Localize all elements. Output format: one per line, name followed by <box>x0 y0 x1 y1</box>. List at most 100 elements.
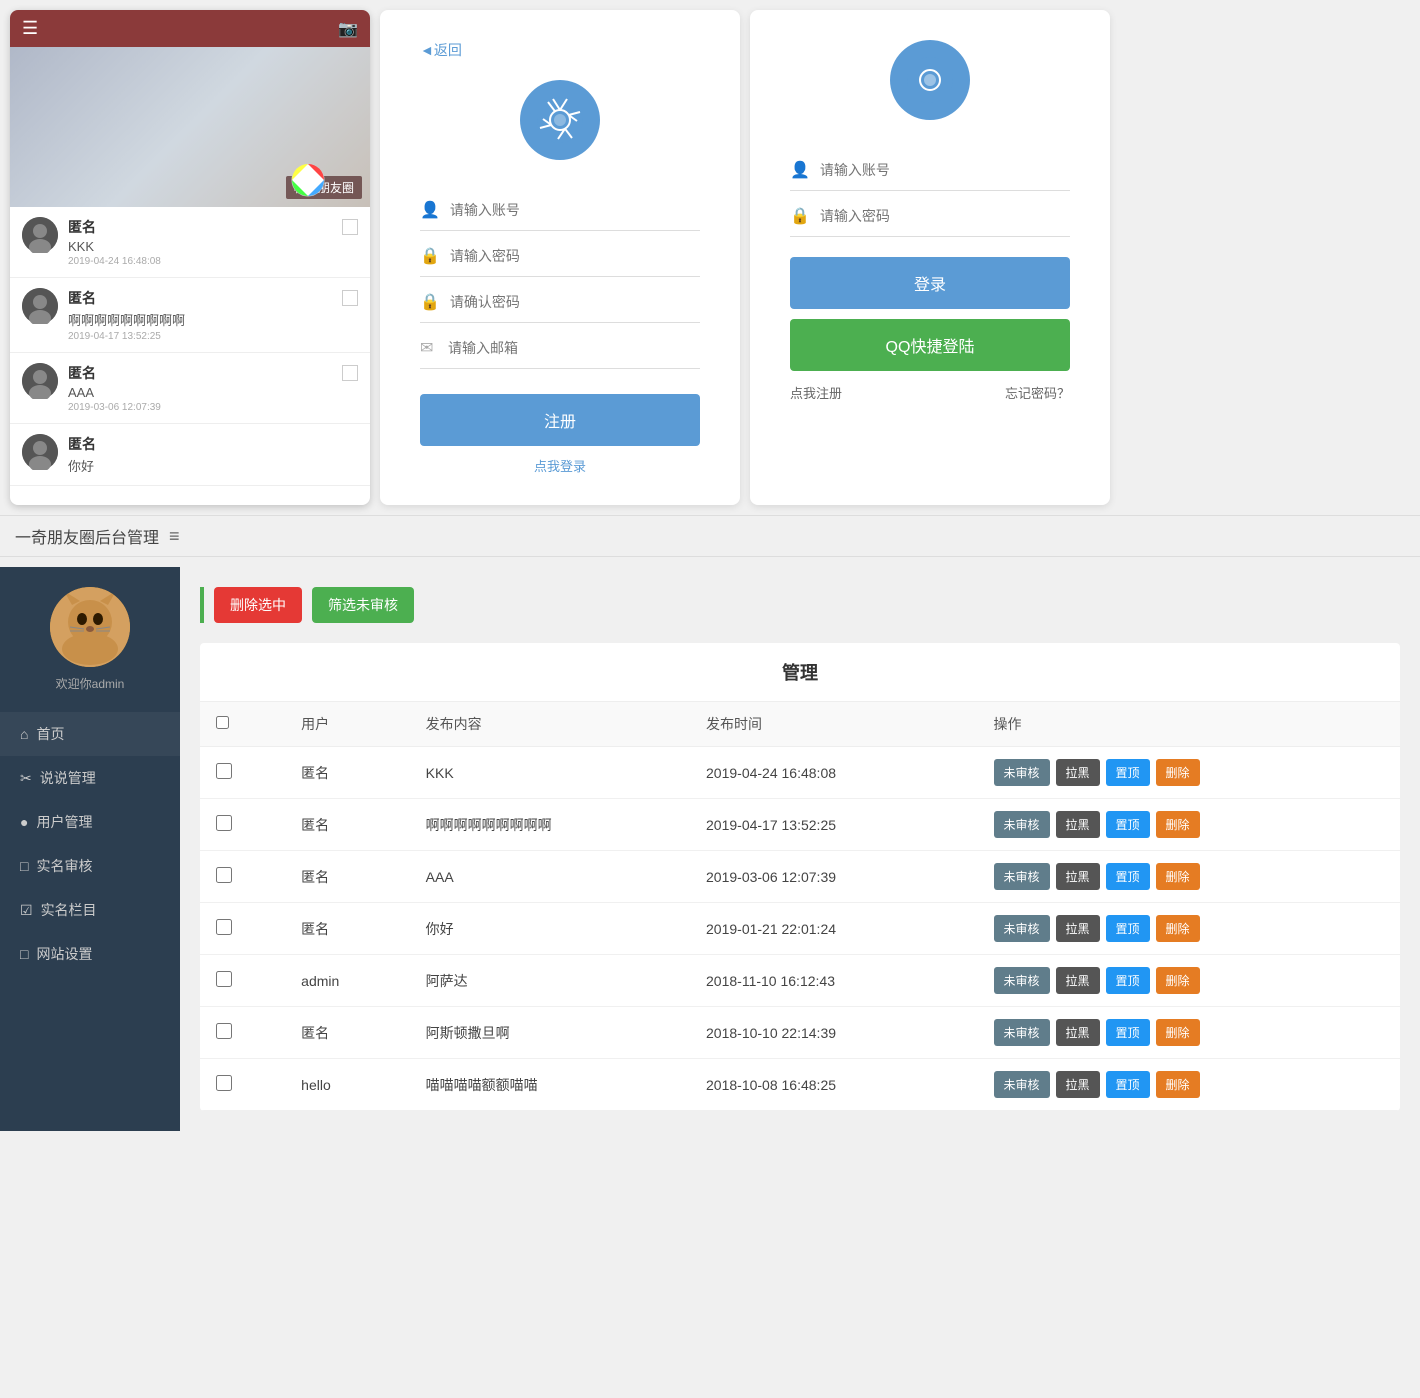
action-buttons: 未审核 拉黑 置顶 删除 <box>994 759 1385 786</box>
sidebar-item-verify[interactable]: □ 实名审核 <box>0 844 180 888</box>
row-time: 2018-11-10 16:12:43 <box>690 955 977 1007</box>
delete-button[interactable]: 删除 <box>1156 811 1200 838</box>
unreviewed-button[interactable]: 未审核 <box>994 759 1050 786</box>
delete-button[interactable]: 删除 <box>1156 967 1200 994</box>
top-button[interactable]: 置顶 <box>1106 863 1150 890</box>
row-checkbox-cell <box>200 747 285 799</box>
post-name-3: 匿名 <box>68 363 332 383</box>
blacklist-button[interactable]: 拉黑 <box>1056 863 1100 890</box>
select-all-checkbox[interactable] <box>216 716 229 729</box>
login-lock-icon: 🔒 <box>790 206 810 226</box>
table-body: 匿名 KKK 2019-04-24 16:48:08 未审核 拉黑 置顶 删除 … <box>200 747 1400 1111</box>
sidebar-item-settings[interactable]: □ 网站设置 <box>0 932 180 976</box>
sidebar-item-home[interactable]: ⌂ 首页 <box>0 712 180 756</box>
delete-button[interactable]: 删除 <box>1156 1071 1200 1098</box>
row-checkbox[interactable] <box>216 1075 232 1091</box>
top-button[interactable]: 置顶 <box>1106 759 1150 786</box>
login-aperture-icon <box>905 55 955 105</box>
row-checkbox[interactable] <box>216 1023 232 1039</box>
sidebar-item-settings-label: 网站设置 <box>36 944 92 964</box>
row-checkbox[interactable] <box>216 763 232 779</box>
forget-password-link[interactable]: 忘记密码？ <box>1005 383 1070 402</box>
unreviewed-button[interactable]: 未审核 <box>994 915 1050 942</box>
top-button[interactable]: 置顶 <box>1106 1019 1150 1046</box>
post-checkbox-1[interactable] <box>342 219 358 235</box>
lock-confirm-icon: 🔒 <box>420 292 440 312</box>
blacklist-button[interactable]: 拉黑 <box>1056 915 1100 942</box>
blacklist-button[interactable]: 拉黑 <box>1056 759 1100 786</box>
row-checkbox-cell <box>200 799 285 851</box>
login-password-input[interactable] <box>820 208 1070 224</box>
mobile-hero-image: 校园朋友圈 <box>10 47 370 207</box>
login-button[interactable]: 登录 <box>790 257 1070 309</box>
top-button[interactable]: 置顶 <box>1106 811 1150 838</box>
top-button[interactable]: 置顶 <box>1106 967 1150 994</box>
back-button[interactable]: ◄返回 <box>420 40 700 60</box>
login-account-input[interactable] <box>820 162 1070 178</box>
color-wheel-icon <box>290 162 326 198</box>
row-time: 2019-01-21 22:01:24 <box>690 903 977 955</box>
table-row: 匿名 啊啊啊啊啊啊啊啊啊 2019-04-17 13:52:25 未审核 拉黑 … <box>200 799 1400 851</box>
blacklist-button[interactable]: 拉黑 <box>1056 967 1100 994</box>
delete-selected-button[interactable]: 删除选中 <box>214 587 302 623</box>
unreviewed-button[interactable]: 未审核 <box>994 1019 1050 1046</box>
post-checkbox-3[interactable] <box>342 365 358 381</box>
row-checkbox[interactable] <box>216 971 232 987</box>
account-input[interactable] <box>450 202 700 218</box>
row-checkbox[interactable] <box>216 919 232 935</box>
sidebar-item-posts[interactable]: ✂ 说说管理 <box>0 756 180 800</box>
register-button[interactable]: 注册 <box>420 394 700 446</box>
delete-button[interactable]: 删除 <box>1156 915 1200 942</box>
mobile-posts-list: 匿名 KKK 2019-04-24 16:48:08 匿名 啊啊啊啊啊啊啊啊啊 <box>10 207 370 486</box>
blacklist-button[interactable]: 拉黑 <box>1056 1071 1100 1098</box>
row-checkbox[interactable] <box>216 867 232 883</box>
post-body-3: 匿名 AAA 2019-03-06 12:07:39 <box>68 363 332 413</box>
login-form: 👤 🔒 登录 QQ快捷登陆 点我注册 忘记密码？ <box>750 10 1110 505</box>
row-actions: 未审核 拉黑 置顶 删除 <box>978 747 1401 799</box>
post-content-1: KKK <box>68 239 332 254</box>
password-input[interactable] <box>450 248 700 264</box>
register-form-logo <box>420 80 700 160</box>
unreviewed-button[interactable]: 未审核 <box>994 863 1050 890</box>
blacklist-button[interactable]: 拉黑 <box>1056 1019 1100 1046</box>
logo-circle <box>520 80 600 160</box>
login-link[interactable]: 点我登录 <box>420 456 700 475</box>
action-buttons: 未审核 拉黑 置顶 删除 <box>994 811 1385 838</box>
filter-unreviewed-button[interactable]: 筛选未审核 <box>312 587 414 623</box>
unreviewed-button[interactable]: 未审核 <box>994 967 1050 994</box>
qq-login-button[interactable]: QQ快捷登陆 <box>790 319 1070 371</box>
section-title-bar: 一奇朋友圈后台管理 ≡ <box>0 515 1420 557</box>
top-button[interactable]: 置顶 <box>1106 1071 1150 1098</box>
camera-icon: 📷 <box>338 19 358 39</box>
row-content: 喵喵喵喵额额喵喵 <box>410 1059 690 1111</box>
unreviewed-button[interactable]: 未审核 <box>994 811 1050 838</box>
row-checkbox-cell <box>200 851 285 903</box>
admin-table: 用户 发布内容 发布时间 操作 匿名 KKK 2019-04-24 16:48:… <box>200 702 1400 1111</box>
sidebar-item-users[interactable]: ● 用户管理 <box>0 800 180 844</box>
sidebar-item-posts-label: 说说管理 <box>40 768 96 788</box>
unreviewed-button[interactable]: 未审核 <box>994 1071 1050 1098</box>
post-checkbox-2[interactable] <box>342 290 358 306</box>
register-link[interactable]: 点我注册 <box>790 383 842 402</box>
col-content: 发布内容 <box>410 702 690 747</box>
delete-button[interactable]: 删除 <box>1156 759 1200 786</box>
admin-welcome-text: 欢迎你admin <box>56 675 125 692</box>
mobile-post-2: 匿名 啊啊啊啊啊啊啊啊啊 2019-04-17 13:52:25 <box>10 278 370 353</box>
hamburger-icon: ☰ <box>22 18 38 39</box>
delete-button[interactable]: 删除 <box>1156 863 1200 890</box>
row-checkbox-cell <box>200 903 285 955</box>
post-time-1: 2019-04-24 16:48:08 <box>68 256 332 267</box>
blacklist-button[interactable]: 拉黑 <box>1056 811 1100 838</box>
register-form: ◄返回 👤 <box>380 10 740 505</box>
table-row: admin 阿萨达 2018-11-10 16:12:43 未审核 拉黑 置顶 … <box>200 955 1400 1007</box>
confirm-password-input-group: 🔒 <box>420 282 700 323</box>
top-button[interactable]: 置顶 <box>1106 915 1150 942</box>
admin-avatar <box>50 587 130 667</box>
delete-button[interactable]: 删除 <box>1156 1019 1200 1046</box>
row-time: 2019-04-17 13:52:25 <box>690 799 977 851</box>
sidebar-item-columns[interactable]: ☑ 实名栏目 <box>0 888 180 932</box>
row-checkbox[interactable] <box>216 815 232 831</box>
confirm-password-input[interactable] <box>450 294 700 310</box>
table-row: hello 喵喵喵喵额额喵喵 2018-10-08 16:48:25 未审核 拉… <box>200 1059 1400 1111</box>
email-input[interactable] <box>448 340 700 356</box>
